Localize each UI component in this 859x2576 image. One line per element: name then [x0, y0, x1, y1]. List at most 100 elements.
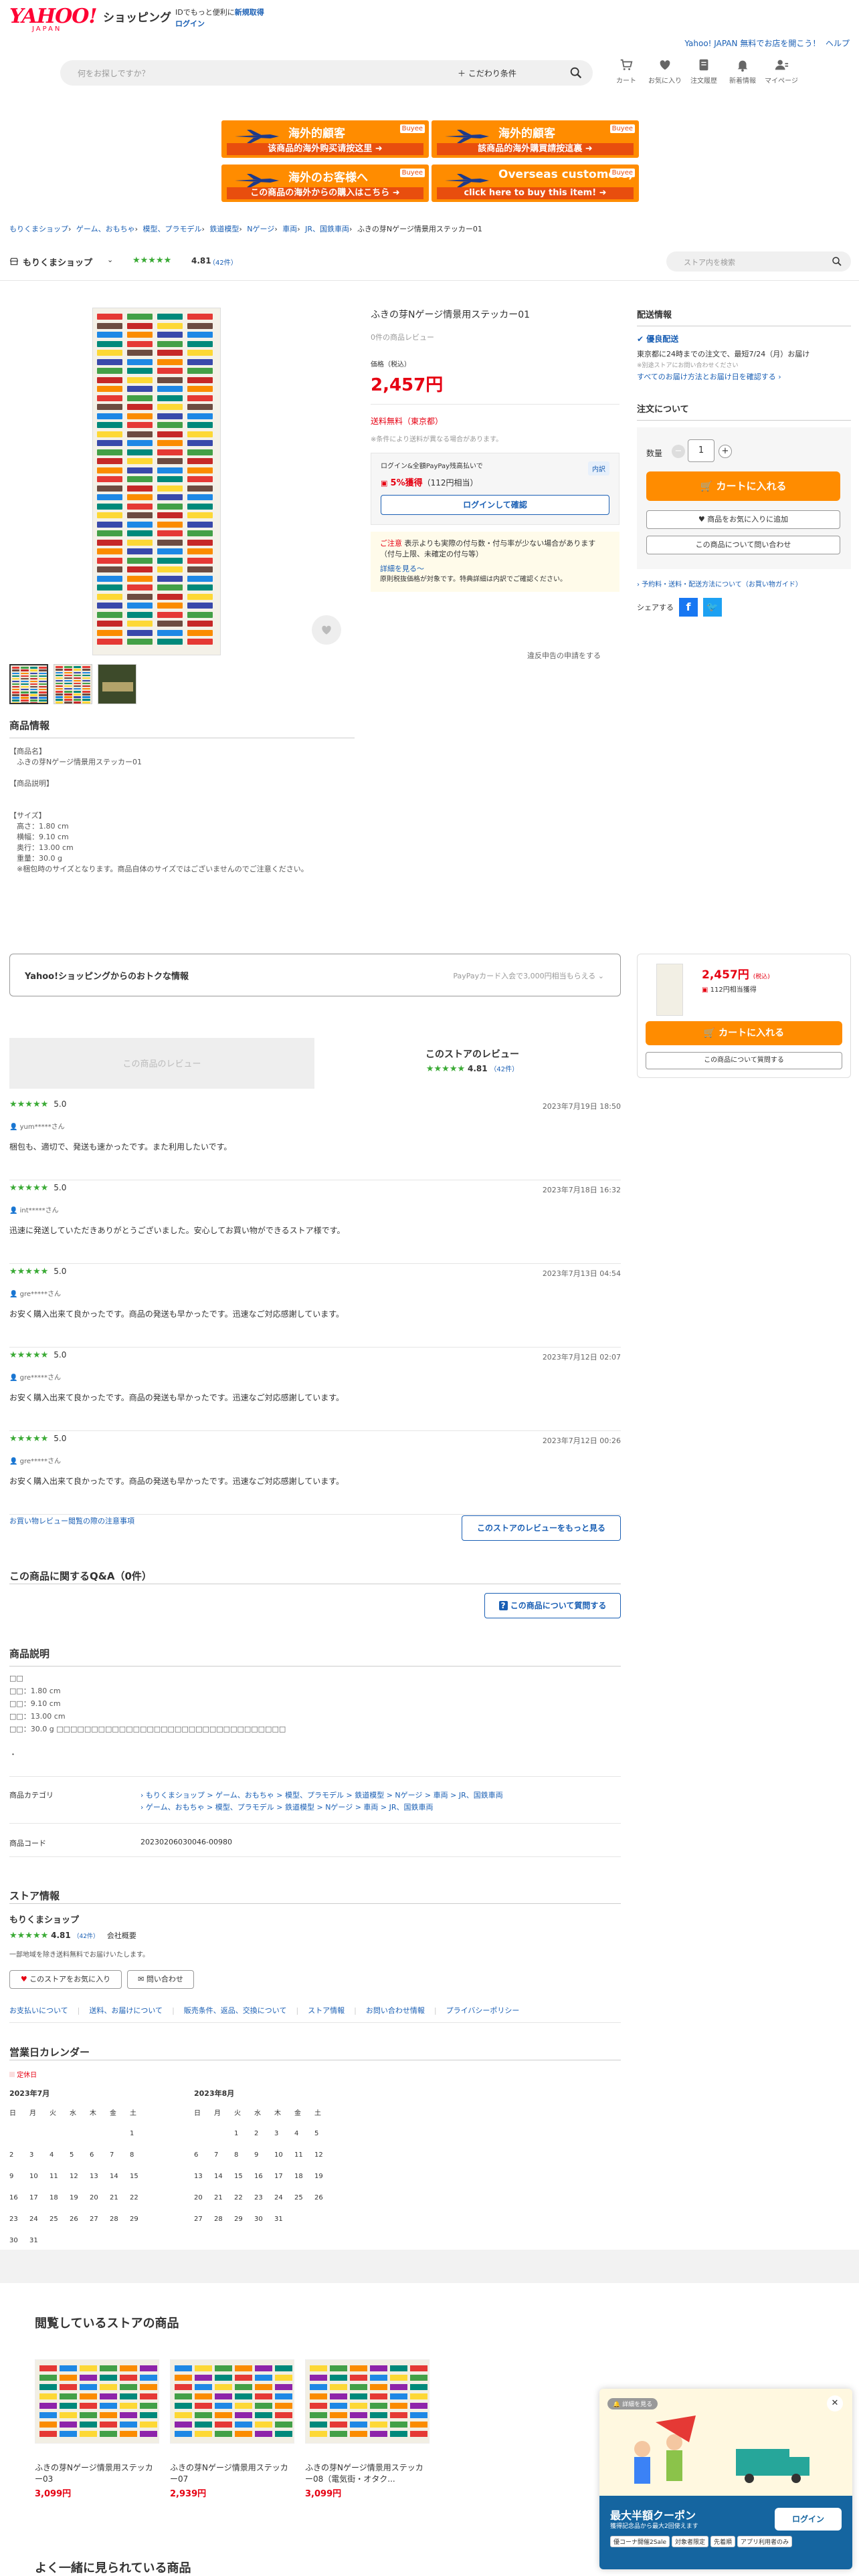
sticker-swatch: [11, 675, 20, 677]
sticker-swatch: [21, 700, 29, 702]
thumbnail-2[interactable]: [54, 664, 92, 704]
calendar-day: 6: [194, 2151, 199, 2159]
search-icon[interactable]: [569, 66, 583, 80]
breadcrumb-link[interactable]: ゲーム、おもちゃ: [76, 225, 135, 233]
facebook-icon[interactable]: f: [679, 598, 698, 617]
caution-text: 表示よりも実際の付与数・付与率が少ない場合があります（付与上限、未確定の付与等）: [380, 539, 596, 558]
thumbnail-3[interactable]: [98, 664, 136, 704]
sticker-swatch: [21, 677, 29, 680]
popup-login-button[interactable]: ログイン: [775, 2508, 842, 2531]
buyee-banner-cn-simplified[interactable]: 海外的顧客 Buyee 该商品的海外购买请按这里 ➜: [221, 120, 429, 158]
breadcrumb-link[interactable]: 鉄道模型: [209, 225, 239, 233]
notifications-nav[interactable]: 新着情報: [725, 58, 760, 85]
guide-link[interactable]: › 予約料・送料・配送方法について（お買い物ガイド）: [637, 578, 851, 588]
viewed-product-card[interactable]: ふきの芽Nゲージ情景用ステッカー08（電気街・オタク... 3,099円: [305, 2359, 430, 2499]
mypage-nav[interactable]: マイページ: [764, 58, 799, 85]
refine-button[interactable]: ＋ こだわり条件: [458, 68, 516, 79]
calendar-day: 10: [274, 2151, 283, 2159]
contact-store-button[interactable]: ✉ 問い合わせ: [127, 1970, 194, 1989]
yahoo-japan-link[interactable]: Yahoo! JAPAN: [684, 39, 737, 48]
breadcrumb-link[interactable]: 模型、プラモデル: [142, 225, 201, 233]
sticky-cart-button[interactable]: 🛒 カートに入れる: [646, 1021, 842, 1045]
buyee-banner-en[interactable]: Overseas customers, Buyee click here to …: [432, 165, 639, 202]
store-policy-link[interactable]: プライバシーポリシー: [446, 2006, 520, 2015]
sticker-swatch: [127, 422, 153, 428]
help-link[interactable]: ヘルプ: [826, 39, 850, 48]
buyee-logo: Buyee: [609, 169, 635, 177]
add-favorite-button[interactable]: ♥ 商品をお気に入りに追加: [646, 510, 840, 529]
qty-plus-button[interactable]: +: [719, 445, 732, 458]
twitter-icon[interactable]: 🐦: [703, 598, 722, 617]
store-info-count[interactable]: （42件）: [74, 1933, 99, 1940]
category-links[interactable]: › もりくまショップ > ゲーム、おもちゃ > 模型、プラモデル > 鉄道模型 …: [140, 1790, 609, 1814]
buyee-banner-cn-traditional[interactable]: 海外的顧客 Buyee 該商品的海外購買請按這裏 ➜: [432, 120, 639, 158]
review-caution-link[interactable]: お買い物レビュー閲覧の際の注意事項: [9, 1515, 134, 1526]
favorites-nav[interactable]: お気に入り: [648, 58, 682, 85]
login-link[interactable]: ログイン: [175, 19, 205, 28]
popup-detail-badge[interactable]: 🔔 詳細を見る: [607, 2398, 658, 2409]
ask-question-button[interactable]: ? この商品について質問する: [484, 1593, 621, 1618]
sticker-swatch: [310, 2403, 327, 2409]
thumbnail-1[interactable]: [9, 664, 48, 704]
orders-nav[interactable]: 注文履歴: [686, 58, 721, 85]
add-to-cart-button[interactable]: 🛒 カートに入れる: [646, 471, 840, 501]
store-review-count-link[interactable]: （42件）: [490, 1066, 518, 1073]
inquiry-button[interactable]: この商品について問い合わせ: [646, 536, 840, 554]
all-delivery-link[interactable]: すべてのお届け方法とお届け日を確認する ›: [637, 371, 851, 382]
chevron-down-icon[interactable]: ⌄: [107, 255, 113, 264]
breadcrumb-link[interactable]: JR、国鉄車両: [305, 225, 349, 233]
breadcrumb-link[interactable]: Nゲージ: [247, 225, 274, 233]
search-icon[interactable]: [831, 255, 843, 267]
sticker-swatch: [11, 683, 20, 685]
qty-input[interactable]: 1: [688, 439, 714, 462]
tab-store-reviews[interactable]: このストアのレビュー ★★★★★ 4.81 （42件）: [324, 1047, 621, 1074]
qty-minus-button[interactable]: −: [672, 445, 685, 458]
buyee-banner-jp[interactable]: 海外のお客様へ Buyee この商品の海外からの購入はこちら ➜: [221, 165, 429, 202]
cart-nav[interactable]: カート: [609, 58, 644, 85]
breadcrumb-link[interactable]: もりくまショップ: [9, 225, 68, 233]
store-policy-link[interactable]: 販売条件、返品、交換について: [184, 2006, 287, 2015]
sticker-swatch: [97, 404, 122, 410]
store-policy-link[interactable]: ストア情報: [308, 2006, 345, 2015]
calendar-day: 4: [294, 2129, 299, 2137]
store-policy-link[interactable]: お問い合わせ情報: [366, 2006, 425, 2015]
share-label: シェアする: [637, 603, 674, 612]
search-bar[interactable]: 何をお探しですか？ ＋ こだわり条件: [60, 60, 593, 86]
favorite-image-button[interactable]: [312, 615, 341, 645]
register-link[interactable]: 新規取得: [235, 8, 264, 17]
viewed-product-card[interactable]: ふきの芽Nゲージ情景用ステッカー03 3,099円: [35, 2359, 159, 2499]
detail-link[interactable]: 詳細を見る～: [380, 564, 610, 574]
store-policy-link[interactable]: お支払いについて: [9, 2006, 68, 2015]
calendar-day: 29: [130, 2215, 138, 2223]
breadcrumb-link[interactable]: 車両: [282, 225, 297, 233]
yahoo-logo[interactable]: YAHOO! JAPAN: [9, 7, 103, 33]
product-main-image[interactable]: [92, 308, 221, 655]
sticker-swatch: [97, 584, 122, 591]
shopping-label[interactable]: ショッピング: [103, 8, 171, 25]
company-link[interactable]: 会社概要: [107, 1931, 136, 1940]
close-icon[interactable]: ✕: [827, 2395, 843, 2411]
store-search-input[interactable]: ストア内を検索: [666, 251, 851, 272]
breakdown-button[interactable]: 内訳: [588, 461, 609, 475]
viewed-product-card[interactable]: ふきの芽Nゲージ情景用ステッカー07 2,939円: [170, 2359, 294, 2499]
open-store-link[interactable]: 無料でお店を開こう！: [740, 39, 820, 48]
category-path-1[interactable]: › もりくまショップ > ゲーム、おもちゃ > 模型、プラモデル > 鉄道模型 …: [140, 1790, 609, 1802]
favorite-store-button[interactable]: ♥ このストアをお気に入り: [9, 1970, 122, 1989]
login-confirm-button[interactable]: ログインして確認: [381, 495, 609, 515]
sticker-swatch: [97, 639, 122, 645]
sticky-inquiry-button[interactable]: この商品について質問する: [646, 1052, 842, 1069]
search-input[interactable]: 何をお探しですか？: [78, 68, 150, 79]
store-review-count[interactable]: （42件）: [209, 257, 237, 267]
review-text: 梱包も、適切で、発送も速かったです。また利用したいです。: [9, 1142, 232, 1152]
coupon-popup[interactable]: 🔔 詳細を見る ✕ 最大半額クーポン 獲得記念品から最大2回使えます 優コーナ開…: [599, 2389, 852, 2569]
store-policy-link[interactable]: 送料、お届けについて: [89, 2006, 163, 2015]
category-path-2[interactable]: › ゲーム、おもちゃ > 模型、プラモデル > 鉄道模型 > Nゲージ > 車両…: [140, 1802, 609, 1814]
product-review-link[interactable]: 0件の商品レビュー: [371, 332, 619, 342]
user-icon: 👤: [9, 1458, 20, 1465]
more-reviews-button[interactable]: このストアのレビューをもっと見る: [462, 1515, 621, 1541]
tab-product-reviews[interactable]: この商品のレビュー: [9, 1038, 314, 1089]
store-info-name[interactable]: もりくまショップ: [9, 1913, 79, 1925]
deals-banner[interactable]: Yahoo!ショッピングからのおトクな情報 PayPayカード入会で3,000円…: [9, 954, 621, 996]
store-name[interactable]: もりくまショップ: [23, 255, 92, 268]
report-link[interactable]: 違反申告の申請をする: [527, 650, 601, 661]
